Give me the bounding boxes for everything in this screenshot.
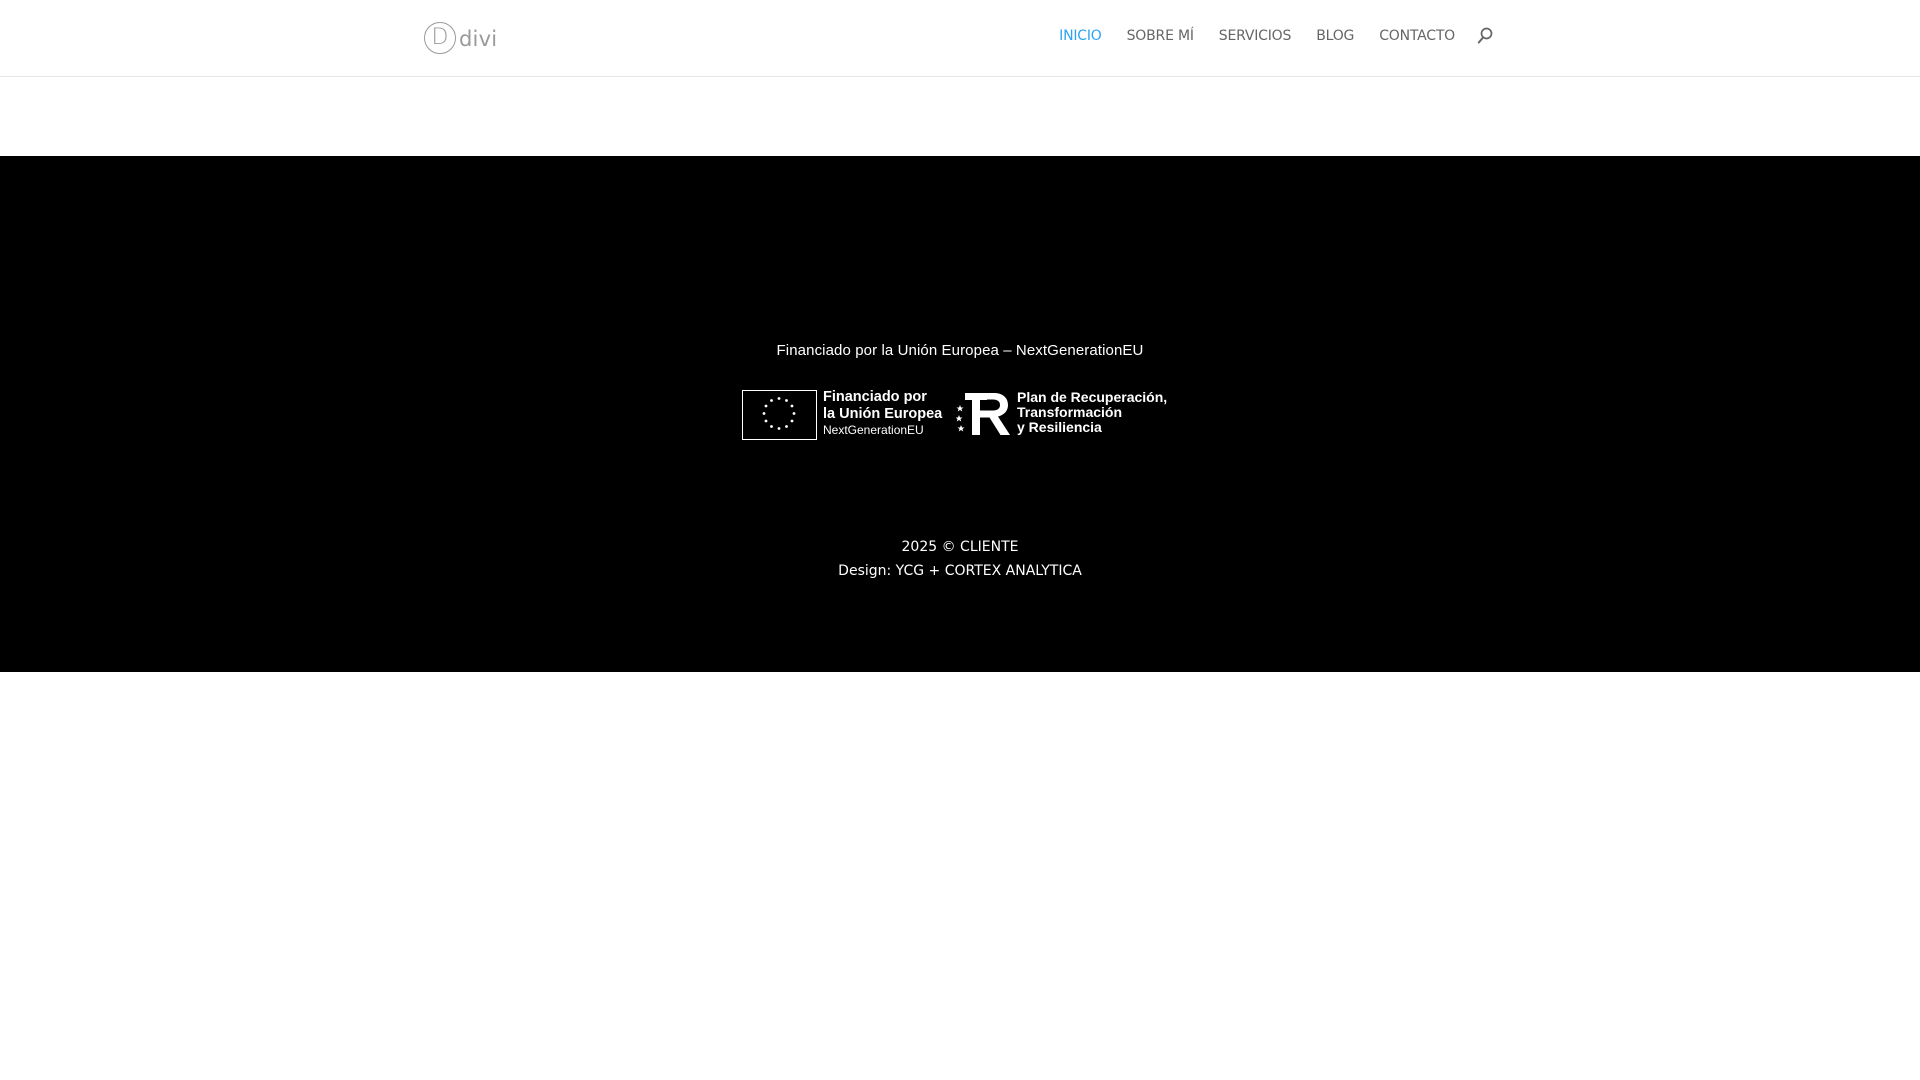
nav-item-servicios[interactable]: SERVICIOS: [1219, 28, 1292, 44]
content-area: [0, 77, 1920, 156]
divi-logo-icon: D: [424, 22, 456, 54]
design-credit: Design: YCG + CORTEX ANALYTICA: [838, 563, 1082, 579]
copyright-text: 2025 © CLIENTE: [901, 539, 1019, 555]
eu-logo-line-2: la Unión Europea: [823, 405, 943, 422]
funding-logos: Financiado por la Unión Europea NextGene…: [742, 389, 1178, 441]
site-header: D divi INICIO SOBRE MÍ SERVICIOS BLOG CO…: [0, 0, 1920, 77]
site-footer: Financiado por la Unión Europea – NextGe…: [0, 156, 1920, 672]
nav-item-contacto[interactable]: CONTACTO: [1379, 28, 1455, 44]
empty-area: [0, 672, 1920, 1080]
nav-item-inicio[interactable]: INICIO: [1059, 28, 1102, 44]
prtr-logo-line-1: Plan de Recuperación,: [1017, 389, 1168, 405]
logo-text: divi: [459, 26, 498, 51]
eu-logo-text: Financiado por la Unión Europea NextGene…: [823, 389, 942, 438]
copyright-block: 2025 © CLIENTE Design: YCG + CORTEX ANAL…: [0, 535, 1920, 583]
prtr-logo-text: Plan de Recuperación, Transformación y R…: [1017, 389, 1168, 436]
nav-item-sobre-mi[interactable]: SOBRE MÍ: [1127, 28, 1194, 44]
eu-logo-line-1: Financiado por: [823, 389, 927, 405]
eu-flag-icon: [742, 390, 817, 440]
eu-logo-line-3: NextGenerationEU: [823, 423, 924, 438]
prtr-logo-line-3: y Resiliencia: [1017, 419, 1102, 436]
prtr-logo-icon: [956, 393, 1010, 435]
main-nav: INICIO SOBRE MÍ SERVICIOS BLOG CONTACTO: [1059, 27, 1493, 45]
nav-item-blog[interactable]: BLOG: [1316, 28, 1354, 44]
search-icon[interactable]: [1477, 27, 1493, 45]
prtr-logo-line-2: Transformación: [1017, 404, 1123, 421]
funding-text: Financiado por la Unión Europea – NextGe…: [776, 342, 1144, 359]
site-logo[interactable]: D divi: [424, 22, 497, 54]
